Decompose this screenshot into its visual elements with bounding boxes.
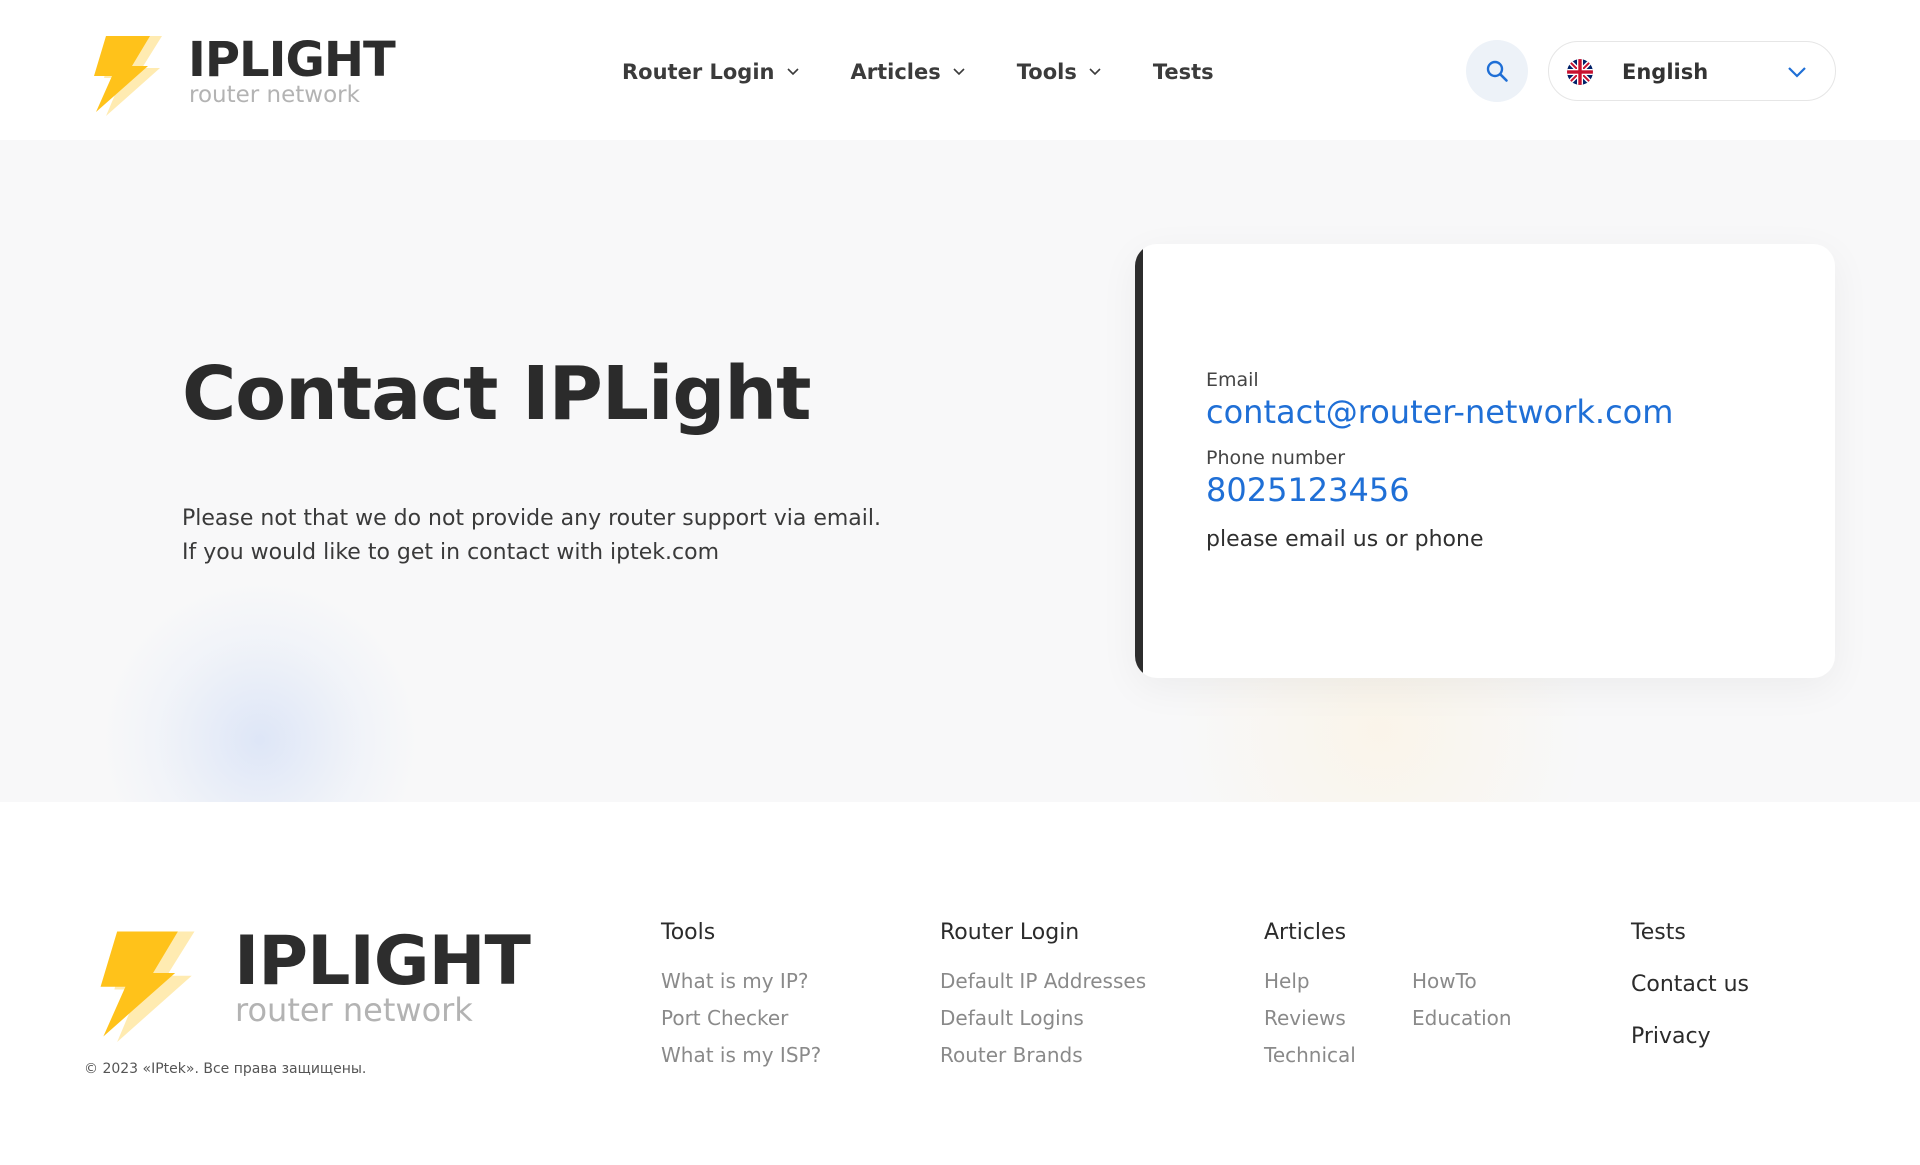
footer-link[interactable]: Port Checker [661, 1005, 821, 1031]
search-button[interactable] [1466, 40, 1528, 102]
footer-link[interactable]: What is my IP? [661, 968, 821, 994]
lightning-bolt-icon [100, 931, 195, 1042]
language-selector[interactable]: English [1548, 41, 1836, 101]
site-footer: IPLIGHT router network © 2023 «IPtek». В… [0, 802, 1920, 1165]
chevron-down-icon [953, 68, 965, 76]
page-title: Contact IPLight [182, 351, 811, 437]
nav-articles-label: Articles [850, 60, 941, 84]
footer-column-tools: Tools What is my IP? Port Checker What i… [661, 918, 821, 1079]
email-label: Email [1206, 369, 1259, 391]
site-header: IPLIGHT router network Router Login Arti… [0, 0, 1920, 140]
language-label: English [1622, 60, 1709, 84]
footer-heading[interactable]: Router Login [940, 918, 1146, 948]
footer-link-privacy[interactable]: Privacy [1631, 1022, 1749, 1052]
footer-column-misc: Tests Contact us Privacy [1631, 918, 1749, 1074]
nav-tools-label: Tools [1016, 60, 1077, 84]
contact-note: please email us or phone [1206, 527, 1484, 552]
logo-brand-text: IPLIGHT [188, 32, 396, 88]
site-logo[interactable]: IPLIGHT router network [84, 32, 404, 116]
copyright-text: © 2023 «IPtek». Все права защищены. [84, 1061, 367, 1077]
hero-description: Please not that we do not provide any ro… [182, 502, 881, 570]
nav-tools[interactable]: Tools [1017, 60, 1101, 84]
footer-link[interactable]: HowTo [1412, 968, 1512, 994]
footer-column-router-login: Router Login Default IP Addresses Defaul… [940, 918, 1146, 1079]
footer-brand-text: IPLIGHT [234, 922, 531, 1001]
footer-logo[interactable]: IPLIGHT router network [84, 926, 531, 1046]
logo-tagline: router network [189, 82, 360, 108]
description-line: If you would like to get in contact with… [182, 540, 720, 565]
phone-label: Phone number [1206, 447, 1346, 469]
description-line: Please not that we do not provide any ro… [182, 506, 881, 531]
footer-link-contact[interactable]: Contact us [1631, 970, 1749, 1000]
main-nav: Router Login Articles Tools Tests [622, 52, 1214, 92]
nav-router-login[interactable]: Router Login [622, 60, 799, 84]
nav-articles[interactable]: Articles [851, 60, 965, 84]
footer-link[interactable]: What is my ISP? [661, 1042, 821, 1068]
lightning-bolt-icon [94, 36, 162, 116]
footer-link[interactable]: Education [1412, 1005, 1512, 1031]
footer-heading[interactable]: Tools [661, 918, 821, 948]
footer-link[interactable]: Router Brands [940, 1042, 1146, 1068]
nav-router-login-label: Router Login [622, 60, 775, 84]
footer-link[interactable]: Help [1264, 968, 1356, 994]
chevron-down-icon [1788, 67, 1806, 78]
email-link[interactable]: contact@router-network.com [1206, 392, 1673, 432]
footer-link[interactable]: Reviews [1264, 1005, 1356, 1031]
contact-card: Email contact@router-network.com Phone n… [1135, 244, 1835, 678]
footer-link[interactable]: Default Logins [940, 1005, 1146, 1031]
footer-column-articles-2: HowTo Education [1412, 968, 1512, 1042]
footer-link[interactable]: Default IP Addresses [940, 968, 1146, 994]
search-icon [1486, 60, 1508, 82]
footer-tagline: router network [235, 991, 473, 1029]
phone-link[interactable]: 8025123456 [1206, 470, 1410, 510]
chevron-down-icon [1089, 68, 1101, 76]
contact-hero: Contact IPLight Please not that we do no… [0, 140, 1920, 802]
decorative-glow [100, 580, 420, 802]
footer-link-tests[interactable]: Tests [1631, 918, 1749, 948]
nav-tests-label: Tests [1152, 60, 1214, 84]
footer-column-articles: Articles Help Reviews Technical [1264, 918, 1356, 1079]
chevron-down-icon [786, 68, 799, 76]
nav-tests[interactable]: Tests [1153, 60, 1214, 84]
uk-flag-icon [1567, 59, 1593, 85]
card-accent-bar [1135, 244, 1143, 678]
footer-heading[interactable]: Articles [1264, 918, 1356, 948]
footer-link[interactable]: Technical [1264, 1042, 1356, 1068]
